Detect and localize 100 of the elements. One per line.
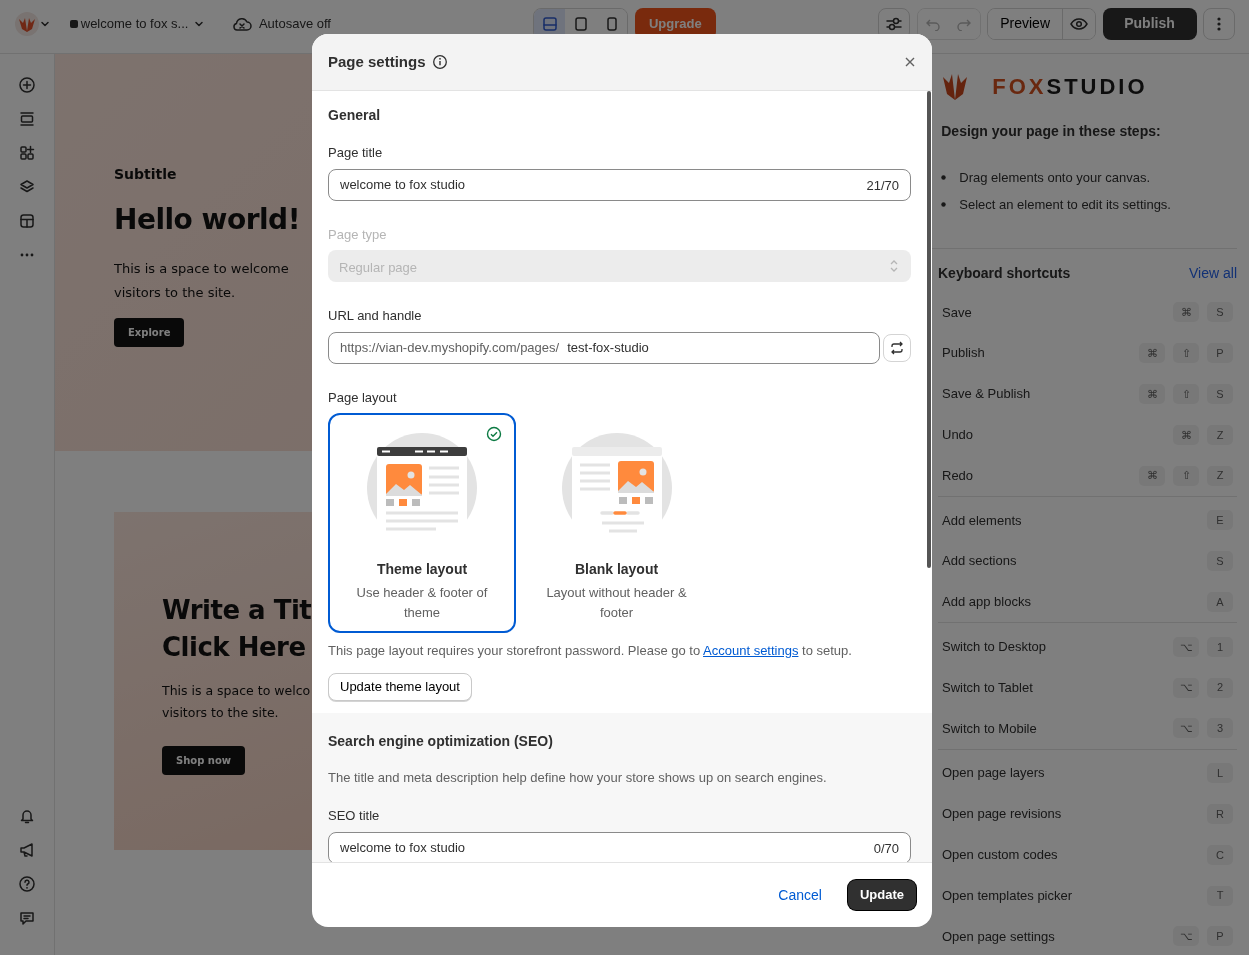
key-cap: S — [1207, 384, 1233, 404]
section-description: The title and meta description help define how your store shows up on search engines. — [328, 768, 828, 787]
explore-button[interactable]: Explore — [114, 318, 185, 347]
url-field[interactable]: https://vian-dev.myshopify.com/pages/ test-fox-studio — [328, 331, 880, 364]
layout-title: Theme layout — [376, 560, 468, 579]
scrollbar[interactable] — [927, 91, 931, 568]
layout-note: This page layout requires your storefront password. Please go to Account settings to setup. — [328, 642, 853, 660]
shortcut-label: Save — [942, 303, 973, 322]
key-cap: Z — [1207, 465, 1233, 486]
modal-title: Page settings — [328, 51, 426, 72]
key-cap: T — [1207, 885, 1233, 906]
bell-icon[interactable] — [18, 807, 36, 825]
cancel-link[interactable]: Cancel — [778, 884, 822, 906]
shop-now-button[interactable]: Shop now — [162, 746, 246, 775]
shortcut-label: Add sections — [942, 552, 1018, 571]
shortcut-label: Open page settings — [942, 927, 1056, 946]
sections-icon[interactable] — [18, 110, 36, 128]
step-text: Drag elements onto your canvas. — [959, 168, 1151, 187]
update-theme-layout-button[interactable]: Update theme layout — [328, 672, 472, 701]
shortcut-label: Redo — [942, 466, 975, 485]
kebab-icon — [1217, 15, 1221, 32]
check-circle-icon — [486, 426, 502, 442]
shortcut-label: Switch to Mobile — [942, 719, 1038, 738]
desktop-icon — [542, 16, 557, 31]
field-label: Page type — [328, 225, 388, 244]
blocks-icon[interactable] — [18, 144, 36, 162]
banner-text: visitors to the site. — [162, 704, 280, 722]
cloud-off-icon — [232, 15, 253, 32]
layout-title: Blank layout — [574, 560, 659, 579]
logo-icon[interactable] — [14, 10, 40, 37]
field-label: Page title — [328, 144, 384, 162]
close-icon[interactable] — [904, 56, 916, 68]
megaphone-icon[interactable] — [18, 841, 36, 859]
field-label: Page layout — [328, 388, 398, 407]
hero-text: visitors to the site. — [114, 284, 236, 302]
key-cap: 3 — [1207, 718, 1233, 739]
add-icon[interactable] — [18, 76, 36, 94]
key-cap: 1 — [1207, 636, 1233, 657]
shortcut-label: Open templates picker — [942, 886, 1074, 905]
step-text: Select an element to edit its settings. — [959, 195, 1171, 214]
key-cap: R — [1207, 803, 1233, 824]
shortcut-label: Add app blocks — [942, 593, 1032, 612]
key-cap: ⇧ — [1173, 384, 1199, 404]
key-cap: ⌘ — [1139, 343, 1165, 364]
shortcut-label: Save & Publish — [942, 385, 1032, 404]
key-cap: E — [1207, 510, 1233, 531]
key-cap: ⌘ — [1173, 302, 1199, 323]
mobile-icon — [604, 16, 619, 31]
update-button[interactable]: Update — [847, 880, 916, 910]
shortcut-label: Undo — [942, 426, 975, 445]
key-cap: P — [1207, 926, 1233, 947]
hero-title: Hello world! — [114, 202, 300, 238]
sync-button[interactable] — [883, 333, 911, 362]
banner-title: Click Here — [162, 631, 307, 664]
key-cap: ⇧ — [1173, 465, 1199, 486]
shortcuts-title: Keyboard shortcuts — [938, 264, 1071, 283]
info-icon[interactable] — [431, 54, 448, 70]
store-name[interactable]: welcome to fox s... — [80, 13, 189, 34]
key-cap: ⇧ — [1173, 343, 1199, 364]
key-cap: L — [1207, 763, 1233, 784]
banner-text: This is a space to welco — [162, 682, 312, 700]
key-cap: ⌘ — [1139, 465, 1165, 486]
key-cap: ⌥ — [1173, 677, 1199, 698]
layout-option[interactable]: Theme layout Use header & footer of theme — [328, 413, 516, 633]
sync-icon — [890, 340, 904, 355]
key-cap: ⌘ — [1139, 384, 1165, 404]
sliders-icon — [886, 16, 903, 31]
key-cap: ⌥ — [1173, 718, 1199, 739]
key-cap: 2 — [1207, 677, 1233, 698]
preview-button[interactable]: Preview — [988, 8, 1063, 39]
key-cap: A — [1207, 591, 1233, 612]
shortcut-label: Switch to Desktop — [942, 638, 1048, 656]
hero-subtitle: Subtitle — [114, 165, 177, 184]
steps-title: Design your page in these steps: — [940, 122, 1162, 141]
help-icon[interactable] — [18, 875, 36, 893]
key-cap: C — [1207, 844, 1233, 865]
url-prefix: https://vian-dev.myshopify.com/pages/ — [340, 338, 560, 357]
character-counter: 21/70 — [866, 176, 899, 195]
eye-icon — [1070, 16, 1088, 31]
layout-icon[interactable] — [18, 212, 36, 230]
banner-title: Write a Tit — [162, 594, 312, 627]
key-cap: S — [1207, 551, 1233, 572]
bullet-icon — [941, 202, 947, 207]
key-cap: ⌥ — [1173, 636, 1199, 657]
layout-description: Use header & footer of theme — [355, 584, 489, 622]
shortcut-label: Open page layers — [942, 764, 1046, 783]
publish-button[interactable]: Publish — [1102, 7, 1197, 40]
character-counter: 0/70 — [873, 839, 899, 858]
key-cap: S — [1207, 302, 1233, 323]
layout-description: Layout without header & footer — [545, 584, 688, 622]
logo-text: FOXSTUDIO — [992, 73, 1148, 101]
key-cap: P — [1207, 343, 1233, 364]
shortcut-label: Switch to Tablet — [942, 678, 1034, 697]
bullet-icon — [941, 175, 947, 180]
field-label: URL and handle — [328, 307, 423, 325]
chat-icon[interactable] — [18, 909, 36, 927]
autosave-status: Autosave off — [258, 14, 331, 33]
section-heading: General — [328, 106, 382, 125]
account-settings-link[interactable]: Account settings — [703, 643, 799, 658]
shortcut-label: Publish — [942, 344, 986, 363]
